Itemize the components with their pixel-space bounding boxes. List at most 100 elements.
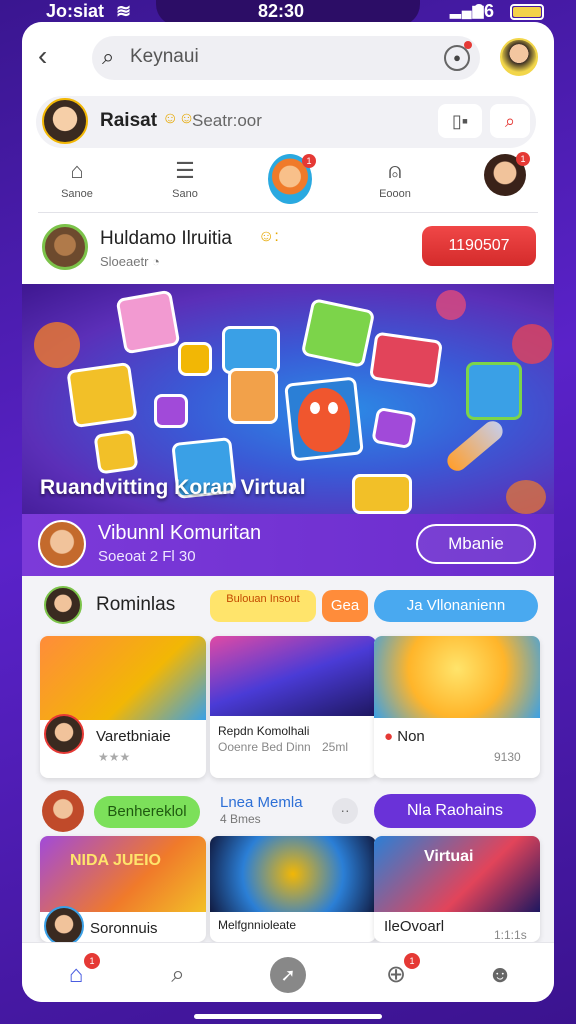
card-title: Soronnuis <box>90 920 158 937</box>
bookmark-button[interactable]: ▯▪ <box>438 104 482 138</box>
join-button[interactable]: Mbanie <box>416 524 536 564</box>
section-header: Rominlas Bulouan Insout Gea Ja Vllonanie… <box>22 584 554 624</box>
card-thumbnail <box>210 636 376 716</box>
games-icon[interactable]: ⊕ 1 <box>378 953 420 993</box>
thumbnail-tile <box>352 474 412 514</box>
decor-orb <box>506 480 546 514</box>
app-window: ‹ ⌕ Keynaui ● Raisat ☺☺ Seatr:oor ▯▪ ⌕ ⌂… <box>22 22 554 1002</box>
video-card[interactable]: NIDA JUEIO Soronnuis <box>40 836 206 942</box>
list-icon: ☰ <box>175 158 195 183</box>
nav-item-featured[interactable]: 1 <box>268 154 316 204</box>
card-thumbnail <box>40 636 206 720</box>
thumbnail-tile <box>300 297 376 369</box>
section-title: Rominlas <box>96 594 176 615</box>
nav-item-home[interactable]: ⌂ Sanoe <box>42 158 112 200</box>
filter-pill[interactable]: Ja Vllonanienn <box>374 590 538 622</box>
hero-title: Ruandvitting Koran Virtual <box>40 476 306 499</box>
search-input[interactable]: Keynaui <box>130 46 199 68</box>
video-card[interactable]: Varetbniaie ★★★ <box>40 636 206 778</box>
decor-orb <box>34 322 80 368</box>
video-card[interactable]: Virtuai IleOvoarl 1:1:1s <box>374 836 540 942</box>
notification-badge: 1 <box>404 953 420 969</box>
card-avatar[interactable] <box>44 906 84 942</box>
thumbnail-tile <box>66 361 138 429</box>
decor-orb <box>436 290 466 320</box>
more-button[interactable]: ·· <box>332 798 358 824</box>
thumbnail-tile <box>93 429 139 475</box>
section-avatar[interactable] <box>42 790 84 832</box>
back-button[interactable]: ‹ <box>38 42 62 72</box>
community-subtitle: Soeoat 2 Fl 30 <box>98 548 196 565</box>
carrier-label: Jo:siat <box>46 1 105 21</box>
community-title: Vibunnl Komuritan <box>98 522 262 544</box>
thumbnail-tile <box>178 342 212 376</box>
section-subtitle: 4 Bmes <box>220 812 261 826</box>
top-nav: ⌂ Sanoe ☰ Sano 1 ⍝ Eooon 1 <box>22 152 554 212</box>
channel-row: Huldamo Ilruitia ☺: Sloeaetr ◔ 1190507 <box>22 218 554 282</box>
battery-percent: 36 <box>474 1 495 21</box>
card-rating: ★★★ <box>98 750 131 764</box>
video-card[interactable]: Melfgnnioleate <box>210 836 376 942</box>
video-card[interactable]: Repdn Komolhali Ooenre Bed Dinn 25ml <box>210 636 376 778</box>
search-button[interactable]: ⌕ <box>490 104 530 138</box>
bell-icon: ⍝ <box>388 158 402 183</box>
notification-badge: 1 <box>302 154 316 168</box>
card-thumbnail <box>374 636 540 718</box>
thumbnail-tile <box>466 362 522 420</box>
card-title: Melfgnnioleate <box>218 918 297 932</box>
thumbnail-tile <box>222 326 280 374</box>
search-icon[interactable]: ⌕ <box>160 957 196 993</box>
card-meta: 25ml <box>322 740 349 754</box>
thumbnail-tile <box>115 289 181 355</box>
card-meta: 1:1:1s <box>494 928 527 942</box>
filter-pill[interactable]: Gea <box>322 590 368 622</box>
profile-avatar[interactable] <box>42 98 88 144</box>
profile-icon[interactable]: ☻ <box>482 957 518 993</box>
nav-label: Sanoe <box>61 188 93 200</box>
card-thumbnail: Virtuai <box>374 836 540 912</box>
card-row: NIDA JUEIO Soronnuis Melfgnnioleate Virt… <box>40 836 540 942</box>
nav-profile-avatar[interactable]: 1 <box>484 152 530 196</box>
filter-pill[interactable]: Benhereklol <box>94 796 200 828</box>
nav-item-alerts[interactable]: ⍝ Eooon <box>360 158 430 200</box>
clock: 82:30 <box>258 1 305 21</box>
filter-pill[interactable]: Nla Raohains <box>374 794 536 828</box>
section-avatar[interactable] <box>44 586 82 624</box>
card-subtitle: Ooenre Bed Dinn <box>218 740 311 754</box>
thumbnail-tile <box>154 394 188 428</box>
search-bar[interactable]: ⌕ Keynaui ● <box>92 36 480 80</box>
card-row: Varetbniaie ★★★ Repdn Komolhali Ooenre B… <box>40 636 540 778</box>
mascot-eye <box>310 402 320 414</box>
channel-title: Huldamo Ilruitia <box>100 228 232 249</box>
home-indicator <box>194 1014 382 1019</box>
home-icon[interactable]: ⌂ 1 <box>58 953 100 993</box>
mascot-eye <box>328 402 338 414</box>
video-card[interactable]: ● Non 9130 <box>374 636 540 778</box>
nav-label: Sano <box>172 188 198 200</box>
battery-icon <box>510 4 544 20</box>
subscribe-button[interactable]: 1190507 <box>422 226 536 266</box>
home-icon: ⌂ <box>70 158 84 183</box>
search-icon: ⌕ <box>102 44 115 69</box>
community-avatar[interactable] <box>38 520 86 568</box>
notification-badge: 1 <box>84 953 100 969</box>
thumbnail-tile <box>228 368 278 424</box>
card-title: IleOvoarl <box>384 918 445 935</box>
smile-icon: ☺☺ <box>162 110 195 127</box>
card-title: Varetbniaie <box>96 728 171 745</box>
profile-name: Raisat <box>100 110 158 131</box>
community-bar: Vibunnl Komuritan Soeoat 2 Fl 30 Mbanie <box>22 514 554 576</box>
channel-avatar[interactable] <box>42 224 88 270</box>
hero-banner[interactable]: Ruandvitting Koran Virtual <box>22 284 554 514</box>
thumbnail-tile <box>368 331 444 389</box>
explore-icon[interactable]: ➚ <box>270 957 306 993</box>
nav-item-list[interactable]: ☰ Sano <box>150 158 220 200</box>
filter-pill[interactable]: Bulouan Insout <box>210 590 316 622</box>
user-avatar[interactable] <box>500 38 538 76</box>
notification-badge: 1 <box>516 152 530 166</box>
card-avatar[interactable] <box>44 714 84 754</box>
bottom-nav: ⌂ 1 ⌕ ➚ ⊕ 1 ☻ <box>22 942 554 1002</box>
section-header: Benhereklol Lnea Memla 4 Bmes ·· Nla Rao… <box>22 786 554 832</box>
profile-row: Raisat ☺☺ Seatr:oor ▯▪ ⌕ <box>36 96 536 148</box>
divider <box>38 212 538 213</box>
